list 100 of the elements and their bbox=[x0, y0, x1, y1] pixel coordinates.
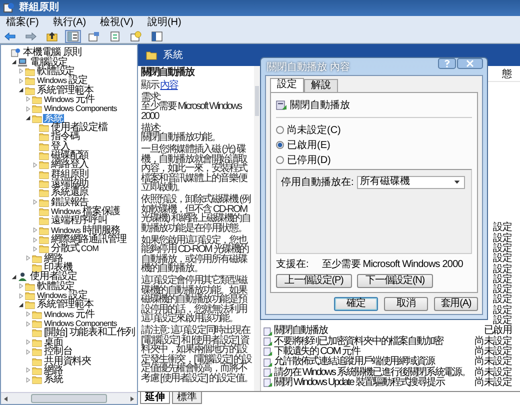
setting-state: 設定 bbox=[492, 306, 512, 316]
setting-name[interactable]: 不要將移到已加密資料夾中的檔案自動加密 bbox=[274, 336, 444, 347]
expand-icon[interactable] bbox=[18, 292, 24, 299]
tree-item[interactable]: 群組原則 bbox=[50, 170, 90, 179]
tree-item[interactable]: 網路登入 bbox=[50, 160, 90, 170]
tree-item[interactable]: 系統管理範本 bbox=[36, 86, 94, 95]
radio-label[interactable]: 已停用(D) bbox=[287, 153, 331, 167]
tree-icon[interactable] bbox=[65, 30, 81, 42]
expand-icon[interactable] bbox=[32, 199, 38, 206]
tree-item[interactable]: 系統 bbox=[43, 375, 64, 384]
close-icon[interactable] bbox=[457, 58, 483, 69]
dialog-tab[interactable]: 設定 bbox=[270, 78, 304, 92]
view-tab[interactable]: 標準 bbox=[172, 392, 202, 404]
tree-item[interactable]: 控制台 bbox=[43, 347, 74, 356]
tree-item[interactable]: 遠端協助 bbox=[50, 178, 90, 188]
tree-item[interactable]: 使用者設定檔 bbox=[50, 122, 108, 132]
expand-icon[interactable] bbox=[25, 255, 31, 262]
collapse-icon[interactable] bbox=[25, 115, 31, 122]
tree-item[interactable]: 系統管理範本 bbox=[36, 300, 94, 310]
policy-icon bbox=[3, 2, 15, 14]
expand-icon[interactable] bbox=[25, 311, 31, 318]
dialog-button[interactable]: 確定 bbox=[334, 297, 378, 311]
expand-icon[interactable] bbox=[25, 106, 31, 112]
folder-icon bbox=[39, 216, 49, 226]
setting-name[interactable]: 請勿在 Windows 系統關機已進行後關閉系統電源。 bbox=[274, 368, 470, 378]
dialog-button[interactable]: 套用(A) bbox=[434, 297, 478, 311]
up-icon[interactable] bbox=[44, 30, 60, 42]
tree-item[interactable]: [開始] 功能表和工作列 bbox=[43, 328, 136, 338]
menu-item[interactable]: 檢視(V) bbox=[100, 16, 134, 28]
radio-button[interactable] bbox=[276, 141, 284, 149]
dialog-button[interactable]: 取消 bbox=[384, 297, 428, 311]
column-header[interactable]: 態 bbox=[502, 70, 512, 81]
setting-state: 設定 bbox=[492, 295, 512, 306]
back-icon[interactable] bbox=[2, 30, 18, 42]
tree-item[interactable]: 網際網路通訊管理 bbox=[50, 235, 128, 244]
expand-icon[interactable] bbox=[25, 367, 31, 374]
setting-name[interactable]: 下載遺失的 COM 元件 bbox=[274, 346, 360, 357]
setting-state: 設定 bbox=[492, 244, 512, 254]
tree-item[interactable]: 桌面 bbox=[43, 338, 64, 347]
expand-icon[interactable] bbox=[25, 96, 31, 102]
tree-item[interactable]: Windows 時間服務 bbox=[50, 226, 122, 235]
setting-name[interactable]: 關閉 Windows Update 裝置驅動程式搜尋提示 bbox=[274, 378, 444, 388]
radio-label[interactable]: 尚未設定(C) bbox=[287, 123, 341, 137]
tree-item[interactable]: Windows 設定 bbox=[36, 76, 88, 86]
properties-link[interactable]: 內容 bbox=[160, 80, 178, 90]
expand-icon[interactable] bbox=[25, 320, 31, 327]
radio-button[interactable] bbox=[276, 126, 284, 134]
expand-icon[interactable] bbox=[32, 162, 38, 168]
expand-icon[interactable] bbox=[32, 236, 38, 243]
radio-button[interactable] bbox=[276, 156, 284, 164]
menu-item[interactable]: 說明(H) bbox=[147, 16, 182, 28]
horizontal-scrollbar[interactable] bbox=[1, 392, 137, 404]
tree-item[interactable]: 本機電腦 原則 bbox=[22, 48, 83, 58]
view-tab[interactable]: 延伸 bbox=[140, 392, 170, 404]
tree-item[interactable]: 遠端程序呼叫 bbox=[50, 216, 108, 226]
tree-item[interactable]: 電腦設定 bbox=[29, 58, 69, 67]
tree-item[interactable]: 指令碼 bbox=[50, 132, 80, 142]
expand-icon[interactable] bbox=[18, 283, 24, 290]
expand-icon[interactable] bbox=[32, 227, 38, 234]
expand-icon[interactable] bbox=[18, 68, 24, 74]
tree-item[interactable]: 共用資料夾 bbox=[43, 356, 92, 366]
pane-icon[interactable] bbox=[149, 30, 165, 42]
tree-item[interactable]: 錯誤報告 bbox=[50, 198, 90, 207]
expand-icon[interactable] bbox=[25, 376, 31, 383]
tree-item[interactable]: Windows 元件 bbox=[43, 310, 96, 319]
tree-item[interactable]: 使用者設定 bbox=[29, 272, 78, 282]
tree-item[interactable]: 印表機 bbox=[43, 263, 74, 272]
setting-state: 已啟用 bbox=[484, 326, 512, 336]
dialog-tab[interactable]: 解說 bbox=[304, 79, 338, 92]
tree-item[interactable]: Windows 元件 bbox=[43, 94, 96, 104]
expand-icon[interactable] bbox=[25, 348, 31, 355]
tree-item[interactable]: 軟體設定 bbox=[36, 282, 76, 291]
collapse-icon[interactable] bbox=[18, 87, 24, 94]
drive-dropdown[interactable]: 所有磁碟機 bbox=[356, 176, 465, 188]
tree-item[interactable]: 網路 bbox=[43, 366, 64, 375]
scroll-left-icon[interactable] bbox=[3, 396, 9, 402]
tree-item[interactable]: Windows Components bbox=[43, 319, 118, 328]
expand-icon[interactable] bbox=[25, 339, 31, 346]
collapse-icon[interactable] bbox=[11, 274, 17, 280]
expand-icon[interactable] bbox=[18, 78, 24, 84]
tree-item[interactable]: 系統還原 bbox=[50, 188, 90, 198]
forward-icon[interactable] bbox=[23, 30, 39, 42]
menu-item[interactable]: 執行(A) bbox=[52, 16, 86, 28]
nav-button[interactable]: 下一個設定(N) bbox=[357, 274, 433, 288]
tree-item[interactable]: 分散式 COM bbox=[50, 244, 100, 254]
scroll-right-icon[interactable] bbox=[129, 396, 135, 402]
radio-label[interactable]: 已啟用(E) bbox=[287, 138, 330, 152]
nav-button[interactable]: 上一個設定(P) bbox=[276, 274, 352, 288]
tree-item[interactable]: Windows Components bbox=[43, 104, 118, 114]
tree-item[interactable]: 磁碟配額 bbox=[50, 150, 90, 160]
expand-icon[interactable] bbox=[32, 246, 38, 252]
collapse-icon[interactable] bbox=[11, 59, 17, 66]
vertical-scrollbar[interactable] bbox=[254, 66, 260, 391]
setting-name[interactable]: 關閉自動播放 bbox=[274, 326, 328, 336]
tree-item[interactable]: 網路 bbox=[43, 254, 64, 263]
tree-item[interactable]: 登入 bbox=[50, 142, 71, 151]
setting-name[interactable]: 允許散佈式連結追蹤用戶端使用網域資源 bbox=[274, 357, 434, 368]
tree-item[interactable]: 軟體設定 bbox=[36, 66, 76, 76]
folder-icon bbox=[32, 347, 42, 356]
menu-item[interactable]: 檔案(F) bbox=[6, 16, 39, 28]
